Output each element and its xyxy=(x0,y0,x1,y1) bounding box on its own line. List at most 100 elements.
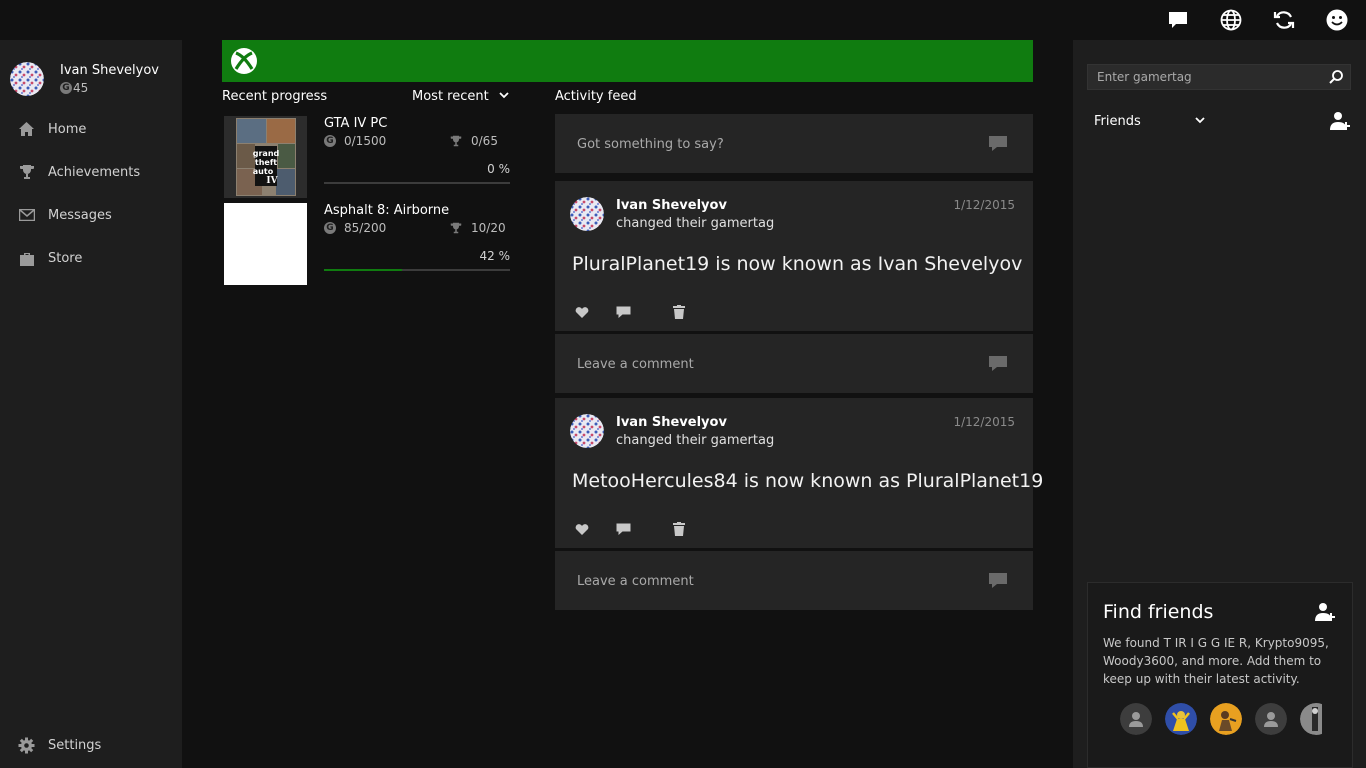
like-icon[interactable] xyxy=(573,520,591,538)
find-friends-title: Find friends xyxy=(1103,601,1214,623)
post-date: 1/12/2015 xyxy=(953,198,1015,212)
friends-dropdown-value: Friends xyxy=(1094,114,1141,129)
nav-label-home: Home xyxy=(48,121,87,137)
gear-icon xyxy=(18,737,35,754)
post-date: 1/12/2015 xyxy=(953,415,1015,429)
gamertag-search-input[interactable]: Enter gamertag xyxy=(1087,64,1351,90)
suggested-friend-avatar[interactable] xyxy=(1165,703,1197,735)
top-bar xyxy=(0,0,1366,40)
comment-icon[interactable] xyxy=(614,303,632,321)
add-friend-icon[interactable] xyxy=(1329,110,1351,132)
game-gamerscore: G 0/1500 xyxy=(324,134,386,148)
find-friends-description: We found T IR I G G IE R, Krypto9095, Wo… xyxy=(1103,636,1329,686)
nav-item-settings[interactable]: Settings xyxy=(0,728,182,762)
game-item-gta-iv[interactable]: grand theft auto IV GTA IV PC G 0/1500 0… xyxy=(222,114,512,200)
store-icon xyxy=(18,250,35,267)
profile-name: Ivan Shevelyov xyxy=(60,63,159,78)
mail-icon xyxy=(18,207,35,224)
avatar xyxy=(10,62,44,96)
thumb-text-4: IV xyxy=(266,176,278,186)
comment-placeholder: Leave a comment xyxy=(577,357,694,372)
delete-icon[interactable] xyxy=(670,303,688,321)
left-navigation: Ivan Shevelyov G 45 Home Achievements Me… xyxy=(0,40,182,768)
messages-icon[interactable] xyxy=(1166,8,1190,32)
add-friend-icon[interactable] xyxy=(1314,601,1336,623)
nav-label-store: Store xyxy=(48,250,83,266)
trophy-icon xyxy=(450,135,462,147)
gamerscore-icon: G xyxy=(324,222,336,234)
xbox-banner xyxy=(222,40,1033,82)
delete-icon[interactable] xyxy=(670,520,688,538)
game-gamerscore-value: 85/200 xyxy=(344,221,387,235)
nav-item-store[interactable]: Store xyxy=(0,241,182,275)
thumb-text-1: grand xyxy=(253,149,280,158)
post-body: PluralPlanet19 is now known as Ivan Shev… xyxy=(572,253,1023,275)
gamerscore-value: 45 xyxy=(73,81,89,95)
profile-card[interactable]: Ivan Shevelyov G 45 xyxy=(10,60,180,100)
compose-post-input[interactable]: Got something to say? xyxy=(555,114,1033,173)
game-gamerscore: G 85/200 xyxy=(324,221,386,235)
smiley-icon[interactable] xyxy=(1325,8,1349,32)
gamerscore: G 45 xyxy=(60,81,88,95)
sort-dropdown-value: Most recent xyxy=(412,89,489,104)
comment-input[interactable]: Leave a comment xyxy=(555,551,1033,610)
sort-dropdown[interactable]: Most recent xyxy=(412,89,512,107)
game-progress-bar xyxy=(324,182,510,184)
nav-item-achievements[interactable]: Achievements xyxy=(0,155,182,189)
comment-icon[interactable] xyxy=(988,355,1008,373)
post-body: MetooHercules84 is now known as PluralPl… xyxy=(572,470,1044,492)
game-achievements-value: 0/65 xyxy=(471,134,498,148)
game-item-asphalt-8[interactable]: Asphalt 8: Airborne G 85/200 10/20 42 % xyxy=(222,201,512,287)
game-title: Asphalt 8: Airborne xyxy=(324,203,450,218)
like-icon[interactable] xyxy=(573,303,591,321)
feed-post: Ivan Shevelyov changed their gamertag 1/… xyxy=(555,398,1043,548)
comment-input[interactable]: Leave a comment xyxy=(555,334,1033,393)
game-achievements: 0/65 xyxy=(450,134,498,148)
post-action: changed their gamertag xyxy=(616,216,775,231)
game-percent: 42 % xyxy=(479,249,511,263)
game-achievements-value: 10/20 xyxy=(471,221,506,235)
post-author[interactable]: Ivan Shevelyov xyxy=(616,198,727,213)
refresh-icon[interactable] xyxy=(1272,8,1296,32)
game-progress-bar xyxy=(324,269,510,271)
thumb-text-2: theft xyxy=(255,158,277,167)
thumb-text-3: auto xyxy=(253,167,274,176)
comment-icon[interactable] xyxy=(988,572,1008,590)
search-placeholder: Enter gamertag xyxy=(1097,70,1192,84)
suggested-friend-avatar[interactable] xyxy=(1210,703,1242,735)
post-author[interactable]: Ivan Shevelyov xyxy=(616,415,727,430)
friends-dropdown[interactable]: Friends xyxy=(1094,114,1206,132)
gamerscore-icon: G xyxy=(60,82,72,94)
comment-icon[interactable] xyxy=(988,135,1008,153)
recent-progress-title: Recent progress xyxy=(222,89,328,104)
find-friends-card: Find friends We found T IR I G G IE R, K… xyxy=(1087,582,1353,768)
nav-item-messages[interactable]: Messages xyxy=(0,198,182,232)
avatar[interactable] xyxy=(570,197,604,231)
trophy-icon xyxy=(450,222,462,234)
game-title: GTA IV PC xyxy=(324,116,388,131)
trophy-icon xyxy=(18,164,35,181)
nav-item-home[interactable]: Home xyxy=(0,112,182,146)
compose-placeholder: Got something to say? xyxy=(577,137,724,152)
chevron-down-icon xyxy=(1194,114,1206,130)
home-icon xyxy=(18,121,35,138)
game-thumbnail xyxy=(224,203,307,285)
search-icon[interactable] xyxy=(1328,69,1344,85)
feed-post: Ivan Shevelyov changed their gamertag 1/… xyxy=(555,181,1033,331)
comment-icon[interactable] xyxy=(614,520,632,538)
gamerscore-icon: G xyxy=(324,135,336,147)
right-panel: Enter gamertag Friends Find friends We f… xyxy=(1073,40,1366,768)
suggested-friend-avatar[interactable] xyxy=(1255,703,1287,735)
nav-label-achievements: Achievements xyxy=(48,164,141,180)
game-progress-fill xyxy=(324,269,403,271)
chevron-down-icon xyxy=(498,89,510,105)
globe-icon[interactable] xyxy=(1219,8,1243,32)
game-gamerscore-value: 0/1500 xyxy=(344,134,387,148)
comment-placeholder: Leave a comment xyxy=(577,574,694,589)
suggested-friend-avatar[interactable] xyxy=(1120,703,1152,735)
nav-label-messages: Messages xyxy=(48,207,112,223)
avatar[interactable] xyxy=(570,414,604,448)
game-achievements: 10/20 xyxy=(450,221,506,235)
suggested-friend-avatar[interactable] xyxy=(1300,703,1322,735)
game-thumbnail: grand theft auto IV xyxy=(224,116,307,198)
